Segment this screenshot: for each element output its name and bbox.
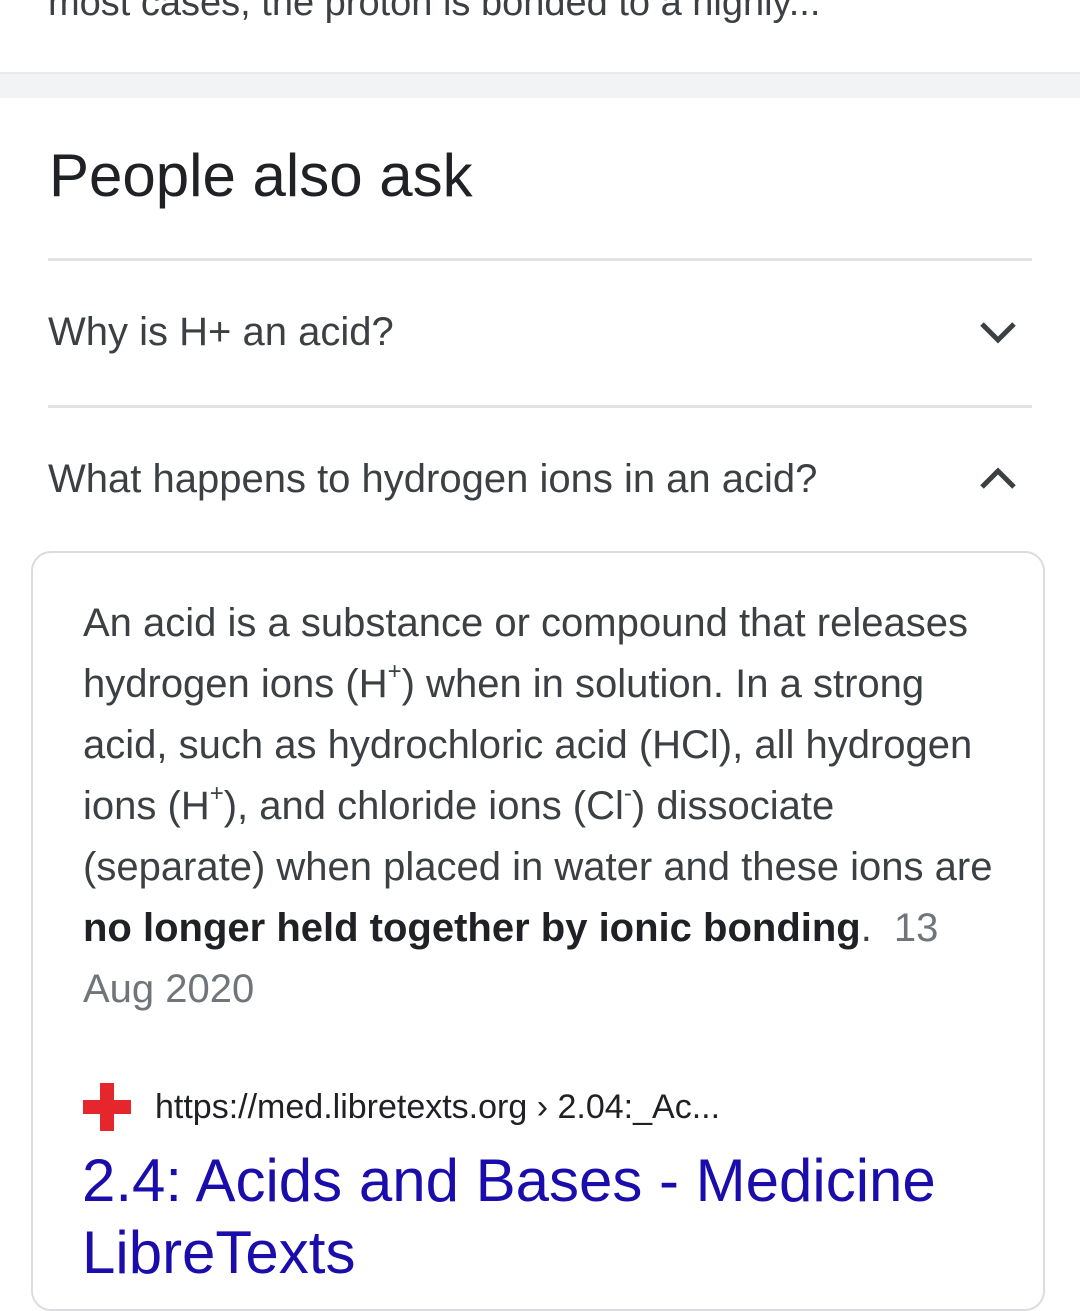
previous-result-snippet: most cases, the proton is bonded to a hi… bbox=[48, 0, 821, 24]
chevron-down-icon[interactable] bbox=[976, 310, 1020, 354]
red-cross-icon bbox=[83, 1083, 131, 1131]
question-row-hydrogen-ions-in-acid[interactable]: What happens to hydrogen ions in an acid… bbox=[48, 409, 1032, 549]
question-row-why-h-plus-acid[interactable]: Why is H+ an acid? bbox=[48, 262, 1032, 402]
result-title-link[interactable]: 2.4: Acids and Bases - Medicine LibreTex… bbox=[82, 1145, 1022, 1289]
question-text: What happens to hydrogen ions in an acid… bbox=[48, 456, 818, 501]
chevron-up-icon[interactable] bbox=[976, 457, 1020, 501]
divider bbox=[48, 258, 1032, 261]
answer-text: An acid is a substance or compound that … bbox=[83, 601, 993, 1011]
question-text: Why is H+ an acid? bbox=[48, 309, 394, 354]
answer-bold-phrase: no longer held together by ionic bonding bbox=[83, 906, 861, 950]
people-also-ask-heading: People also ask bbox=[49, 142, 473, 209]
divider bbox=[48, 405, 1032, 408]
source-row[interactable]: https://med.libretexts.org › 2.04:_Ac... bbox=[81, 1081, 720, 1133]
section-separator bbox=[0, 72, 1080, 98]
answer-card: An acid is a substance or compound that … bbox=[31, 551, 1045, 1311]
source-url[interactable]: https://med.libretexts.org › 2.04:_Ac... bbox=[155, 1088, 720, 1127]
